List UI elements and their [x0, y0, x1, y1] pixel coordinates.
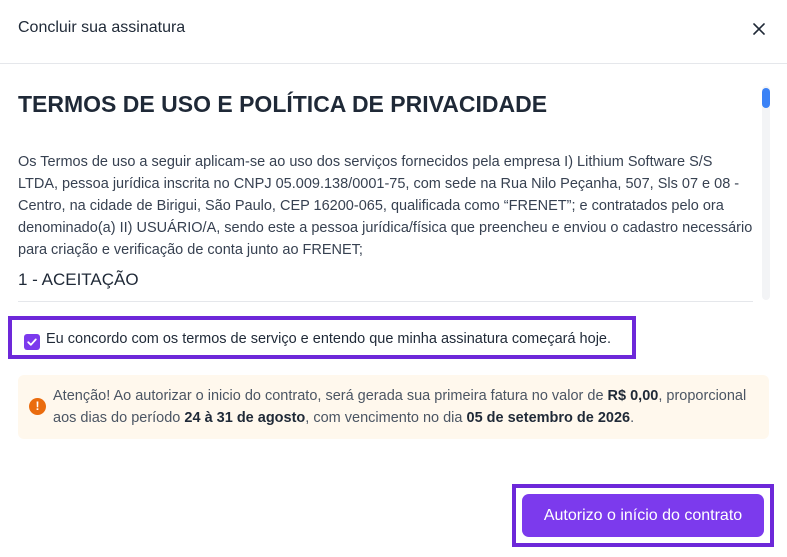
check-icon	[27, 338, 37, 346]
warning-icon-glyph: !	[35, 399, 40, 413]
alert-period: 24 à 31 de agosto	[184, 410, 306, 426]
terms-heading: TERMOS DE USO E POLÍTICA DE PRIVACIDADE	[18, 91, 548, 117]
consent-label[interactable]: Eu concordo com os termos de serviço e e…	[46, 331, 611, 347]
dialog-title: Concluir sua assinatura	[18, 19, 186, 36]
alert-amount: R$ 0,00	[607, 388, 659, 404]
subscription-dialog: Concluir sua assinatura TERMOS DE USO E …	[0, 0, 787, 557]
scrollbar-track[interactable]	[762, 86, 770, 300]
alert-text-part1: Atenção! Ao autorizar o inicio do contra…	[53, 388, 608, 404]
warning-icon: !	[29, 398, 46, 415]
consent-checkbox[interactable]	[24, 334, 40, 350]
terms-divider	[18, 301, 753, 302]
alert-message: Atenção! Ao autorizar o inicio do contra…	[53, 385, 758, 429]
scrollbar-thumb[interactable]	[762, 88, 770, 108]
authorize-highlight: Autorizo o início do contrato	[512, 484, 774, 547]
billing-alert: ! Atenção! Ao autorizar o inicio do cont…	[18, 375, 769, 439]
consent-highlight: Eu concordo com os termos de serviço e e…	[8, 316, 636, 359]
dialog-header: Concluir sua assinatura	[0, 0, 787, 64]
authorize-contract-button[interactable]: Autorizo o início do contrato	[522, 494, 764, 537]
terms-paragraph: Os Termos de uso a seguir aplicam-se ao …	[18, 154, 753, 258]
terms-section-heading: 1 - ACEITAÇÃO	[18, 270, 139, 289]
alert-text-part3: , com vencimento no dia	[305, 410, 467, 426]
close-icon	[753, 23, 765, 35]
close-button[interactable]	[748, 18, 770, 40]
alert-due-date: 05 de setembro de 2026	[466, 410, 631, 426]
alert-text-part4: .	[630, 410, 635, 426]
terms-scroll-area[interactable]: TERMOS DE USO E POLÍTICA DE PRIVACIDADE …	[0, 65, 787, 301]
